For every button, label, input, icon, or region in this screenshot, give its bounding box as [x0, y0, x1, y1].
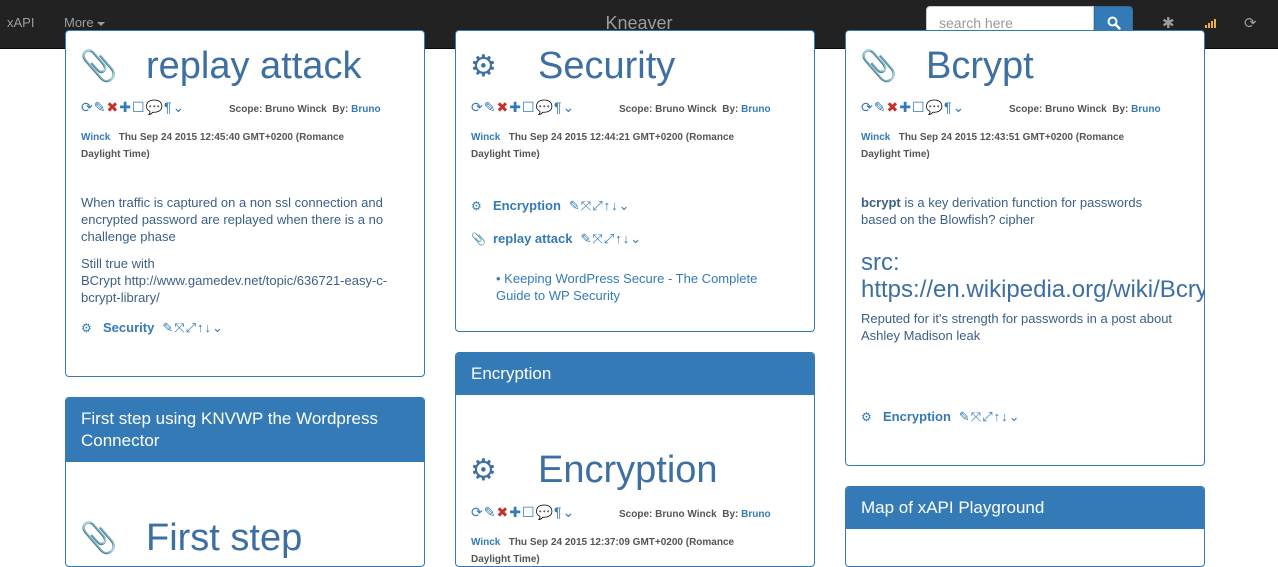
edit-icon: ✎: [483, 504, 497, 520]
card-title: replay attack: [146, 45, 362, 87]
card-toolbar[interactable]: ⟳✎✖✚☐💬¶⌄: [471, 504, 575, 521]
timestamp: Winck Thu Sep 24 2015 12:44:21 GMT+0200 …: [471, 132, 735, 160]
related-link-security[interactable]: ⚙ Security ✎⤧⤢↑↓⌄: [81, 320, 224, 336]
link-actions: ✎⤧⤢↑↓⌄: [958, 409, 1021, 424]
square-icon: ☐: [131, 99, 146, 115]
card-map-xapi: Map of xAPI Playground: [845, 486, 1205, 567]
comment-icon: 💬: [925, 99, 944, 115]
card-replay-attack: 📎 replay attack ⟳✎✖✚☐💬¶⌄ Scope: Bruno Wi…: [65, 30, 425, 377]
gear-icon: ⚙: [470, 454, 497, 487]
paperclip-icon: 📎: [80, 50, 118, 83]
panel-heading: Map of xAPI Playground: [846, 487, 1204, 529]
square-icon: ☐: [521, 99, 536, 115]
card-first-step: First step using KNVWP the Wordpress Con…: [65, 397, 425, 567]
card-encryption: Encryption ⚙ Encryption ⟳✎✖✚☐💬¶⌄ Scope: …: [455, 352, 815, 567]
signal-icon[interactable]: [1205, 17, 1218, 28]
timestamp: Winck Thu Sep 24 2015 12:45:40 GMT+0200 …: [81, 132, 345, 160]
square-icon: ☐: [911, 99, 926, 115]
add-icon: ✚: [509, 504, 522, 520]
scope-line: Scope: Bruno Winck By: Bruno: [619, 509, 771, 520]
author-name: Winck: [471, 537, 501, 548]
chevron-down-icon: ⌄: [562, 99, 576, 115]
comment-icon: 💬: [145, 99, 164, 115]
author-link[interactable]: Bruno: [741, 104, 770, 115]
delete-icon: ✖: [886, 99, 900, 115]
card-toolbar[interactable]: ⟳✎✖✚☐💬¶⌄: [81, 99, 185, 116]
square-icon: ☐: [521, 504, 536, 520]
card-bcrypt: 📎 Bcrypt ⟳✎✖✚☐💬¶⌄ Scope: Bruno Winck By:…: [845, 30, 1205, 466]
search-icon: [1107, 16, 1121, 30]
related-link-replay-attack[interactable]: 📎 replay attack ✎⤧⤢↑↓⌄: [471, 231, 642, 247]
author-link[interactable]: Bruno: [1131, 104, 1160, 115]
bullet-link[interactable]: • Keeping WordPress Secure - The Complet…: [496, 270, 786, 304]
refresh-icon: ⟳: [471, 99, 484, 115]
card-body-text: bcrypt is a key derivation function for …: [861, 195, 1143, 227]
panel-heading: Encryption: [456, 353, 814, 395]
paperclip-icon: 📎: [471, 232, 486, 246]
refresh-icon: ⟳: [471, 504, 484, 520]
card-toolbar[interactable]: ⟳✎✖✚☐💬¶⌄: [861, 99, 965, 116]
refresh-icon: ⟳: [81, 99, 94, 115]
timestamp: Winck Thu Sep 24 2015 12:43:51 GMT+0200 …: [861, 132, 1125, 160]
paperclip-icon: 📎: [860, 50, 898, 83]
chevron-down-icon: ⌄: [172, 99, 186, 115]
scope-line: Scope: Bruno Winck By: Bruno: [229, 104, 381, 115]
timestamp: Winck Thu Sep 24 2015 12:37:09 GMT+0200 …: [471, 537, 735, 565]
bold-term: bcrypt: [861, 195, 901, 210]
refresh-icon: ⟳: [861, 99, 874, 115]
edit-icon: ✎: [873, 99, 887, 115]
comment-icon: 💬: [535, 99, 554, 115]
delete-icon: ✖: [106, 99, 120, 115]
author-link[interactable]: Bruno: [741, 509, 770, 520]
chevron-down-icon: ⌄: [562, 504, 576, 520]
card-body-text-2: Still true with BCrypt http://www.gamedev…: [81, 256, 388, 305]
scope-line: Scope: Bruno Winck By: Bruno: [619, 104, 771, 115]
refresh-icon[interactable]: ⟳: [1244, 14, 1257, 32]
panel-heading: First step using KNVWP the Wordpress Con…: [66, 398, 424, 462]
related-link-encryption[interactable]: ⚙ Encryption ✎⤧⤢↑↓⌄: [471, 198, 631, 214]
card-security: ⚙ Security ⟳✎✖✚☐💬¶⌄ Scope: Bruno Winck B…: [455, 30, 815, 332]
related-link-encryption[interactable]: ⚙ Encryption ✎⤧⤢↑↓⌄: [861, 409, 1021, 425]
gear-icon: ⚙: [861, 410, 872, 424]
delete-icon: ✖: [496, 99, 510, 115]
link-actions: ✎⤧⤢↑↓⌄: [162, 320, 224, 335]
edit-icon: ✎: [93, 99, 107, 115]
edit-icon: ✎: [483, 99, 497, 115]
link-actions: ✎⤧⤢↑↓⌄: [568, 198, 631, 213]
card-title: Security: [538, 45, 676, 87]
add-icon: ✚: [899, 99, 912, 115]
card-title: Bcrypt: [926, 45, 1034, 87]
add-icon: ✚: [509, 99, 522, 115]
source-link[interactable]: src: https://en.wikipedia.org/wiki/Bcrypt: [861, 249, 1204, 303]
gear-icon: ⚙: [470, 50, 497, 83]
comment-icon: 💬: [535, 504, 554, 520]
paperclip-icon: 📎: [80, 522, 118, 555]
author-name: Winck: [471, 132, 501, 143]
card-title: First step: [146, 517, 303, 559]
author-name: Winck: [861, 132, 891, 143]
gear-icon: ⚙: [471, 199, 482, 213]
card-body-text: When traffic is captured on a non ssl co…: [81, 195, 384, 244]
card-title: Encryption: [538, 449, 718, 491]
scope-line: Scope: Bruno Winck By: Bruno: [1009, 104, 1161, 115]
gear-icon: ⚙: [81, 321, 92, 335]
card-toolbar[interactable]: ⟳✎✖✚☐💬¶⌄: [471, 99, 575, 116]
link-actions: ✎⤧⤢↑↓⌄: [580, 231, 643, 246]
delete-icon: ✖: [496, 504, 510, 520]
author-link[interactable]: Bruno: [351, 104, 380, 115]
add-icon: ✚: [119, 99, 132, 115]
card-body-text-2: Reputed for it's strength for passwords …: [861, 311, 1173, 343]
chevron-down-icon: ⌄: [952, 99, 966, 115]
author-name: Winck: [81, 132, 111, 143]
